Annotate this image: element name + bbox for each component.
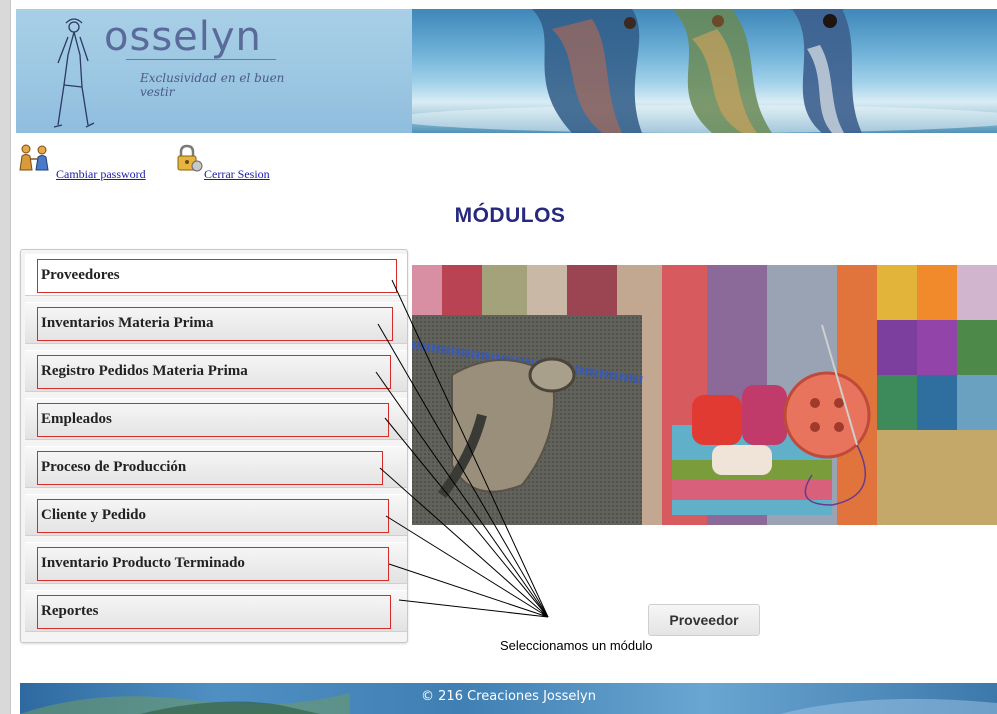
users-icon [19,144,49,171]
menu-item-registro-pedidos[interactable]: Registro Pedidos Materia Prima [25,350,407,392]
menu-item-label: Cliente y Pedido [41,507,146,523]
brand-name: osselyn [104,14,262,60]
page: osselyn Exclusividad en el buen vestir C… [0,0,997,714]
menu-item-label: Empleados [41,411,112,427]
menu-item-reportes[interactable]: Reportes [25,590,407,632]
brand-logo: osselyn Exclusividad en el buen vestir [16,9,412,133]
logout-link[interactable]: Cerrar Sesion [204,167,270,182]
annotation-text: Seleccionamos un módulo [500,638,653,653]
menu-item-empleados[interactable]: Empleados [25,398,407,440]
page-title: MÓDULOS [454,204,566,227]
footer: © 216 Creaciones Josselyn [20,683,997,714]
logo-figure-icon [53,18,95,128]
menu-item-label: Registro Pedidos Materia Prima [41,363,248,379]
menu-item-inventario-producto-terminado[interactable]: Inventario Producto Terminado [25,542,407,584]
fabric-banner-image [412,265,997,525]
menu-item-inventarios-materia-prima[interactable]: Inventarios Materia Prima [25,302,407,344]
lock-icon [177,144,203,172]
footer-copyright: © 216 Creaciones Josselyn [421,689,596,704]
menu-item-proveedores[interactable]: Proveedores [25,254,407,296]
change-password-link[interactable]: Cambiar password [56,167,146,182]
menu-item-cliente-pedido[interactable]: Cliente y Pedido [25,494,407,536]
menu-item-label: Proveedores [41,267,120,283]
brand-tagline: Exclusividad en el buen vestir [140,71,285,99]
menu-item-label: Inventario Producto Terminado [41,555,245,571]
menu-item-label: Inventarios Materia Prima [41,315,214,331]
menu-item-proceso-produccion[interactable]: Proceso de Producción [25,446,407,488]
menu-item-label: Reportes [41,603,99,619]
window-left-border [0,0,11,714]
modules-menu: Proveedores Inventarios Materia Prima Re… [20,249,408,643]
proveedor-button[interactable]: Proveedor [648,604,760,636]
menu-item-label: Proceso de Producción [41,459,187,475]
header-banner-image [412,9,997,133]
brand-underline [126,59,276,60]
